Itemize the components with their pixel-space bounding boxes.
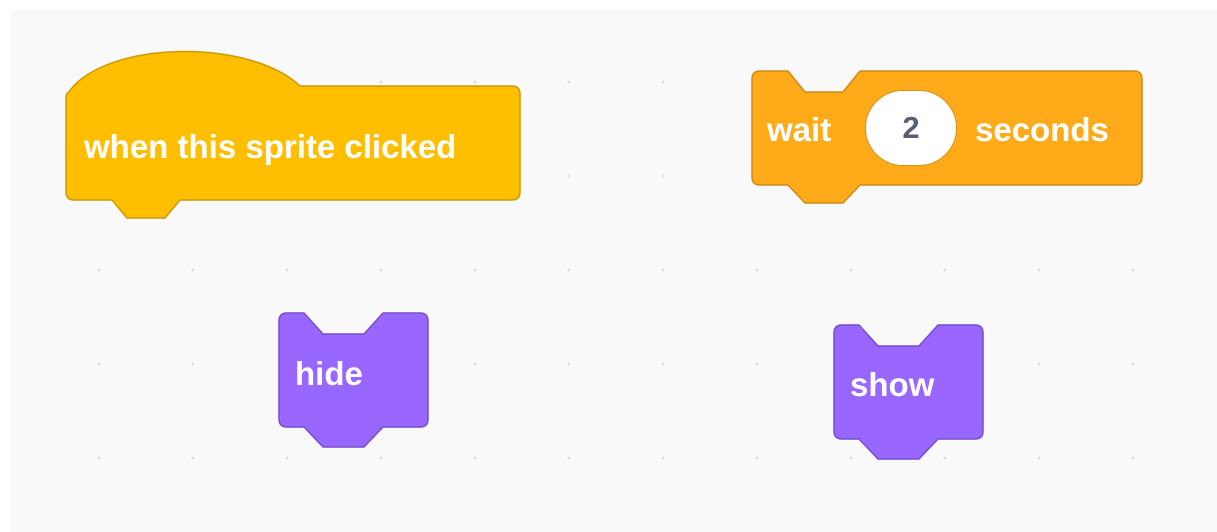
show-block[interactable]: show [832,324,988,463]
wait-seconds-block[interactable]: wait 2 seconds [750,70,1145,206]
block-label: hide [295,355,363,392]
seconds-label: seconds [975,111,1109,148]
block-label: when this sprite clicked [84,128,457,165]
hide-block[interactable]: hide [277,312,433,451]
code-workspace[interactable]: when this sprite clicked wait 2 seconds … [10,10,1217,532]
block-label: show [850,366,935,403]
wait-label: wait [767,111,832,148]
seconds-number-input[interactable]: 2 [865,90,957,166]
when-this-sprite-clicked-block[interactable]: when this sprite clicked [64,48,524,230]
